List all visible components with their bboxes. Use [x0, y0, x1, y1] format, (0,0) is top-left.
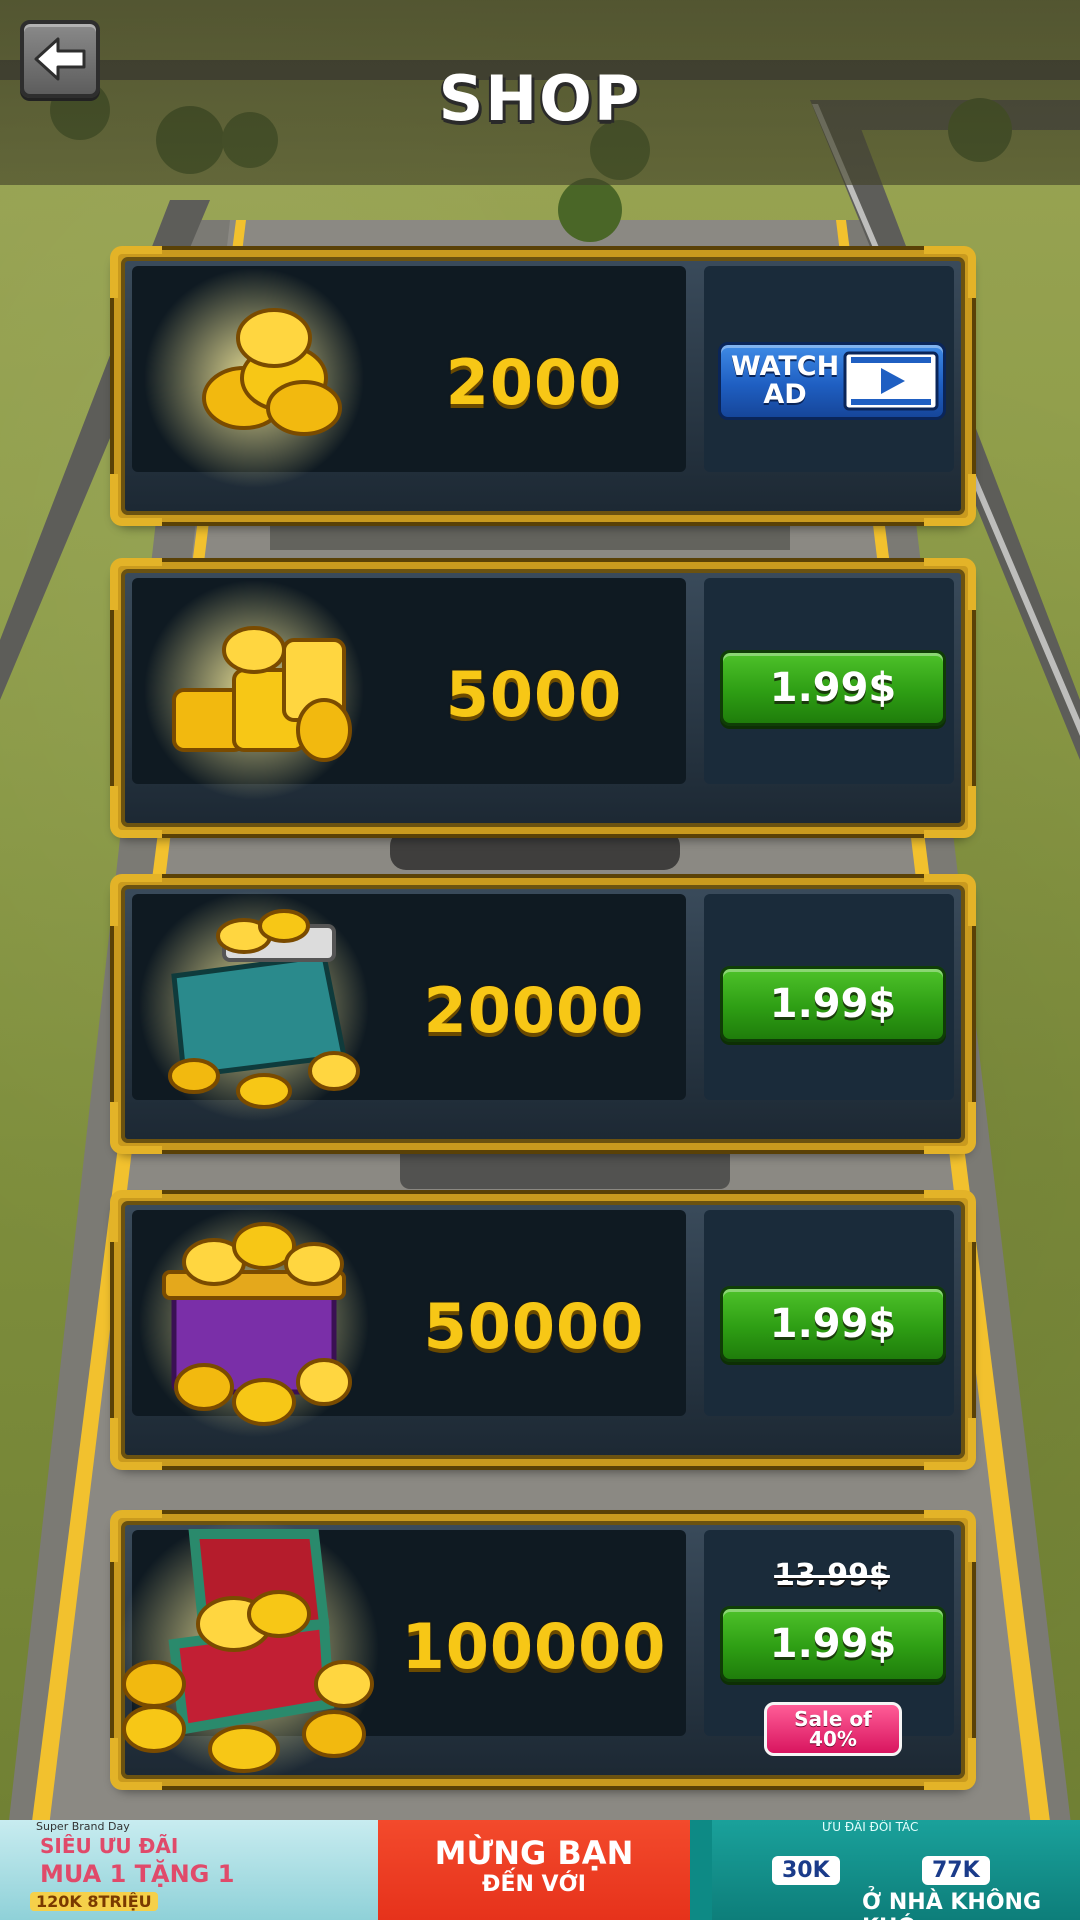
shop-item-2000: 2000 WATCH AD	[110, 246, 976, 526]
shop-item-5000: 5000 1.99$	[110, 558, 976, 838]
ad-right-line: Ở NHÀ KHÔNG KHÓ	[862, 1890, 1042, 1920]
video-play-icon	[843, 351, 939, 411]
ad-right-value1: 30K	[772, 1856, 840, 1885]
ad-left-line3: 120K 8TRIỆU	[30, 1892, 158, 1911]
coin-amount: 20000	[423, 974, 645, 1047]
sale-badge-label: Sale of 40%	[794, 1707, 872, 1751]
ad-panel-mid: MỪNG BẠN ĐẾN VỚI	[378, 1820, 690, 1920]
ad-banner[interactable]: Super Brand Day SIÊU ƯU ĐÃI MUA 1 TẶNG 1…	[0, 1820, 1080, 1920]
page-title: SHOP	[438, 62, 642, 135]
buy-button[interactable]: 1.99$	[720, 1606, 946, 1682]
coin-stack-icon	[144, 580, 364, 800]
coin-amount: 2000	[445, 346, 623, 419]
buy-button[interactable]: 1.99$	[720, 966, 946, 1042]
ad-mid-line1: MỪNG BẠN	[434, 1834, 634, 1872]
coin-box-icon	[139, 1207, 369, 1437]
shop-item-50000: 50000 1.99$	[110, 1190, 976, 1470]
watch-ad-button[interactable]: WATCH AD	[718, 342, 946, 420]
ad-left-line1: SIÊU ƯU ĐÃI	[40, 1834, 179, 1858]
shop-item-100000: 100000 13.99$ 1.99$ Sale of 40%	[110, 1510, 976, 1790]
ad-right-value2: 77K	[922, 1856, 990, 1885]
buy-button[interactable]: 1.99$	[720, 1286, 946, 1362]
coin-bag-icon	[139, 891, 369, 1121]
buy-button[interactable]: 1.99$	[720, 650, 946, 726]
sale-badge: Sale of 40%	[764, 1702, 902, 1756]
shop-item-20000: 20000 1.99$	[110, 874, 976, 1154]
ad-panel-right: ƯU ĐÃI ĐỐI TÁC 30K 77K Ở NHÀ KHÔNG KHÓ	[712, 1820, 1080, 1920]
back-button[interactable]	[20, 20, 100, 98]
coin-amount: 5000	[445, 658, 623, 731]
ad-right-top: ƯU ĐÃI ĐỐI TÁC	[822, 1820, 919, 1834]
original-price: 13.99$	[774, 1558, 890, 1593]
coin-amount: 50000	[423, 1290, 645, 1363]
treasure-chest-icon	[119, 1519, 379, 1779]
coin-amount: 100000	[401, 1610, 667, 1683]
ad-left-top: Super Brand Day	[36, 1820, 130, 1833]
ad-mid-line2: ĐẾN VỚI	[482, 1872, 586, 1897]
ad-panel-left: Super Brand Day SIÊU ƯU ĐÃI MUA 1 TẶNG 1…	[0, 1820, 378, 1920]
ad-left-line2: MUA 1 TẶNG 1	[40, 1860, 235, 1888]
back-arrow-icon	[34, 37, 86, 81]
coin-pile-small-icon	[144, 268, 364, 488]
watch-ad-label: WATCH AD	[731, 351, 840, 410]
